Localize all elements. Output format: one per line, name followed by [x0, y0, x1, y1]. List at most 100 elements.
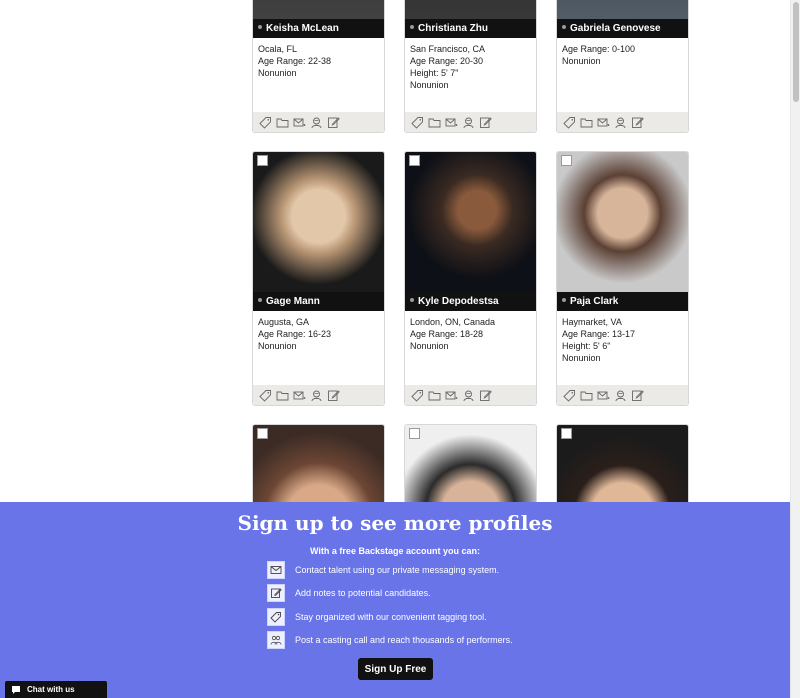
talent-name[interactable]: Keisha McLean	[253, 19, 384, 38]
feature-text: Post a casting call and reach thousands …	[295, 635, 513, 645]
talent-detail-line: Age Range: 13-17	[562, 329, 636, 339]
select-checkbox[interactable]	[561, 428, 572, 439]
talent-card[interactable]: Keisha McLean Ocala, FL Age Range: 22-38 No…	[252, 0, 385, 133]
talent-name[interactable]: Kyle Depodestsa	[405, 292, 536, 311]
card-action-bar	[557, 385, 688, 405]
talent-photo[interactable]	[253, 152, 384, 305]
note-icon[interactable]	[479, 116, 492, 129]
message-icon[interactable]	[597, 389, 610, 402]
talent-photo[interactable]	[557, 152, 688, 305]
talent-results-page: Keisha McLean Ocala, FL Age Range: 22-38 No…	[0, 0, 790, 698]
talent-photo[interactable]	[405, 152, 536, 305]
tag-icon[interactable]	[563, 116, 576, 129]
talent-detail-line: Nonunion	[410, 80, 449, 90]
talent-detail-line: Age Range: 16-23	[258, 329, 332, 339]
chat-bubble-icon	[12, 685, 20, 694]
talent-detail-line: Age Range: 20-30	[410, 56, 484, 66]
talent-detail-line: Nonunion	[258, 68, 297, 78]
talent-details: Age Range: 0-100 Nonunion	[562, 43, 635, 67]
chat-with-us-button[interactable]: Chat with us	[5, 681, 107, 698]
audition-icon[interactable]	[614, 116, 627, 129]
note-icon[interactable]	[631, 389, 644, 402]
talent-name-text: Paja Clark	[570, 296, 619, 307]
note-icon	[267, 584, 285, 602]
tag-icon[interactable]	[259, 116, 272, 129]
status-dot	[410, 25, 414, 30]
talent-detail-line: Augusta, GA	[258, 317, 310, 327]
folder-icon[interactable]	[428, 116, 441, 129]
tag-icon[interactable]	[411, 389, 424, 402]
talent-card[interactable]: Paja Clark Haymarket, VA Age Range: 13-17 H…	[556, 151, 689, 406]
tag-icon[interactable]	[259, 389, 272, 402]
note-icon[interactable]	[479, 389, 492, 402]
tag-icon[interactable]	[411, 116, 424, 129]
talent-details: San Francisco, CA Age Range: 20-30 Height:…	[410, 43, 485, 91]
talent-detail-line: Nonunion	[562, 353, 601, 363]
note-icon[interactable]	[327, 116, 340, 129]
message-icon[interactable]	[597, 116, 610, 129]
feature-text: Add notes to potential candidates.	[295, 588, 431, 598]
page-scrollbar[interactable]	[790, 0, 800, 698]
talent-name[interactable]: Gabriela Genovese	[557, 19, 688, 38]
tag-icon[interactable]	[563, 389, 576, 402]
select-checkbox[interactable]	[409, 155, 420, 166]
talent-details: Augusta, GA Age Range: 16-23 Nonunion	[258, 316, 331, 352]
talent-detail-line: Nonunion	[562, 56, 601, 66]
talent-detail-line: Age Range: 22-38	[258, 56, 332, 66]
talent-card[interactable]: Gage Mann Augusta, GA Age Range: 16-23 Nonu…	[252, 151, 385, 406]
select-checkbox[interactable]	[409, 428, 420, 439]
scrollbar-thumb[interactable]	[793, 2, 799, 102]
sign-up-free-button[interactable]: Sign Up Free	[358, 658, 433, 680]
message-icon[interactable]	[445, 389, 458, 402]
feature-text: Contact talent using our private messagi…	[295, 565, 500, 575]
folder-icon[interactable]	[276, 389, 289, 402]
talent-detail-line: Age Range: 18-28	[410, 329, 484, 339]
chat-label: Chat with us	[27, 685, 75, 694]
audition-icon[interactable]	[614, 389, 627, 402]
message-icon[interactable]	[445, 116, 458, 129]
talent-name[interactable]: Paja Clark	[557, 292, 688, 311]
feature-messaging: Contact talent using our private messagi…	[267, 560, 499, 580]
talent-card[interactable]: Christiana Zhu San Francisco, CA Age Range…	[404, 0, 537, 133]
talent-detail-line: San Francisco, CA	[410, 44, 486, 54]
status-dot	[562, 25, 566, 30]
folder-icon[interactable]	[580, 389, 593, 402]
envelope-icon	[267, 561, 285, 579]
audition-icon[interactable]	[462, 116, 475, 129]
talent-detail-line: London, ON, Canada	[410, 317, 496, 327]
audition-icon[interactable]	[462, 389, 475, 402]
select-checkbox[interactable]	[257, 155, 268, 166]
talent-details: Haymarket, VA Age Range: 13-17 Height: 5' …	[562, 316, 635, 364]
talent-details: London, ON, Canada Age Range: 18-28 Nonuni…	[410, 316, 495, 352]
status-dot	[258, 25, 262, 30]
feature-text: Stay organized with our convenient taggi…	[295, 612, 487, 622]
select-checkbox[interactable]	[257, 428, 268, 439]
audition-icon[interactable]	[310, 116, 323, 129]
talent-name[interactable]: Gage Mann	[253, 292, 384, 311]
audition-icon[interactable]	[310, 389, 323, 402]
people-icon	[267, 631, 285, 649]
card-action-bar	[557, 112, 688, 132]
folder-icon[interactable]	[276, 116, 289, 129]
status-dot	[258, 298, 262, 303]
tag-icon	[267, 608, 285, 626]
talent-name-text: Gabriela Genovese	[570, 23, 661, 34]
message-icon[interactable]	[293, 116, 306, 129]
talent-details: Ocala, FL Age Range: 22-38 Nonunion	[258, 43, 331, 79]
talent-name-text: Gage Mann	[266, 296, 320, 307]
talent-card[interactable]: Kyle Depodestsa London, ON, Canada Age Ran…	[404, 151, 537, 406]
message-icon[interactable]	[293, 389, 306, 402]
note-icon[interactable]	[327, 389, 340, 402]
talent-detail-line: Height: 5' 7"	[410, 68, 459, 78]
talent-name[interactable]: Christiana Zhu	[405, 19, 536, 38]
signup-title: Sign up to see more profiles	[237, 511, 553, 535]
talent-detail-line: Height: 5' 6"	[562, 341, 611, 351]
status-dot	[410, 298, 414, 303]
note-icon[interactable]	[631, 116, 644, 129]
talent-name-text: Christiana Zhu	[418, 23, 489, 34]
select-checkbox[interactable]	[561, 155, 572, 166]
talent-card[interactable]: Gabriela Genovese Age Range: 0-100 Nonunio…	[556, 0, 689, 133]
folder-icon[interactable]	[580, 116, 593, 129]
signup-subtitle: With a free Backstage account you can:	[310, 546, 480, 556]
folder-icon[interactable]	[428, 389, 441, 402]
